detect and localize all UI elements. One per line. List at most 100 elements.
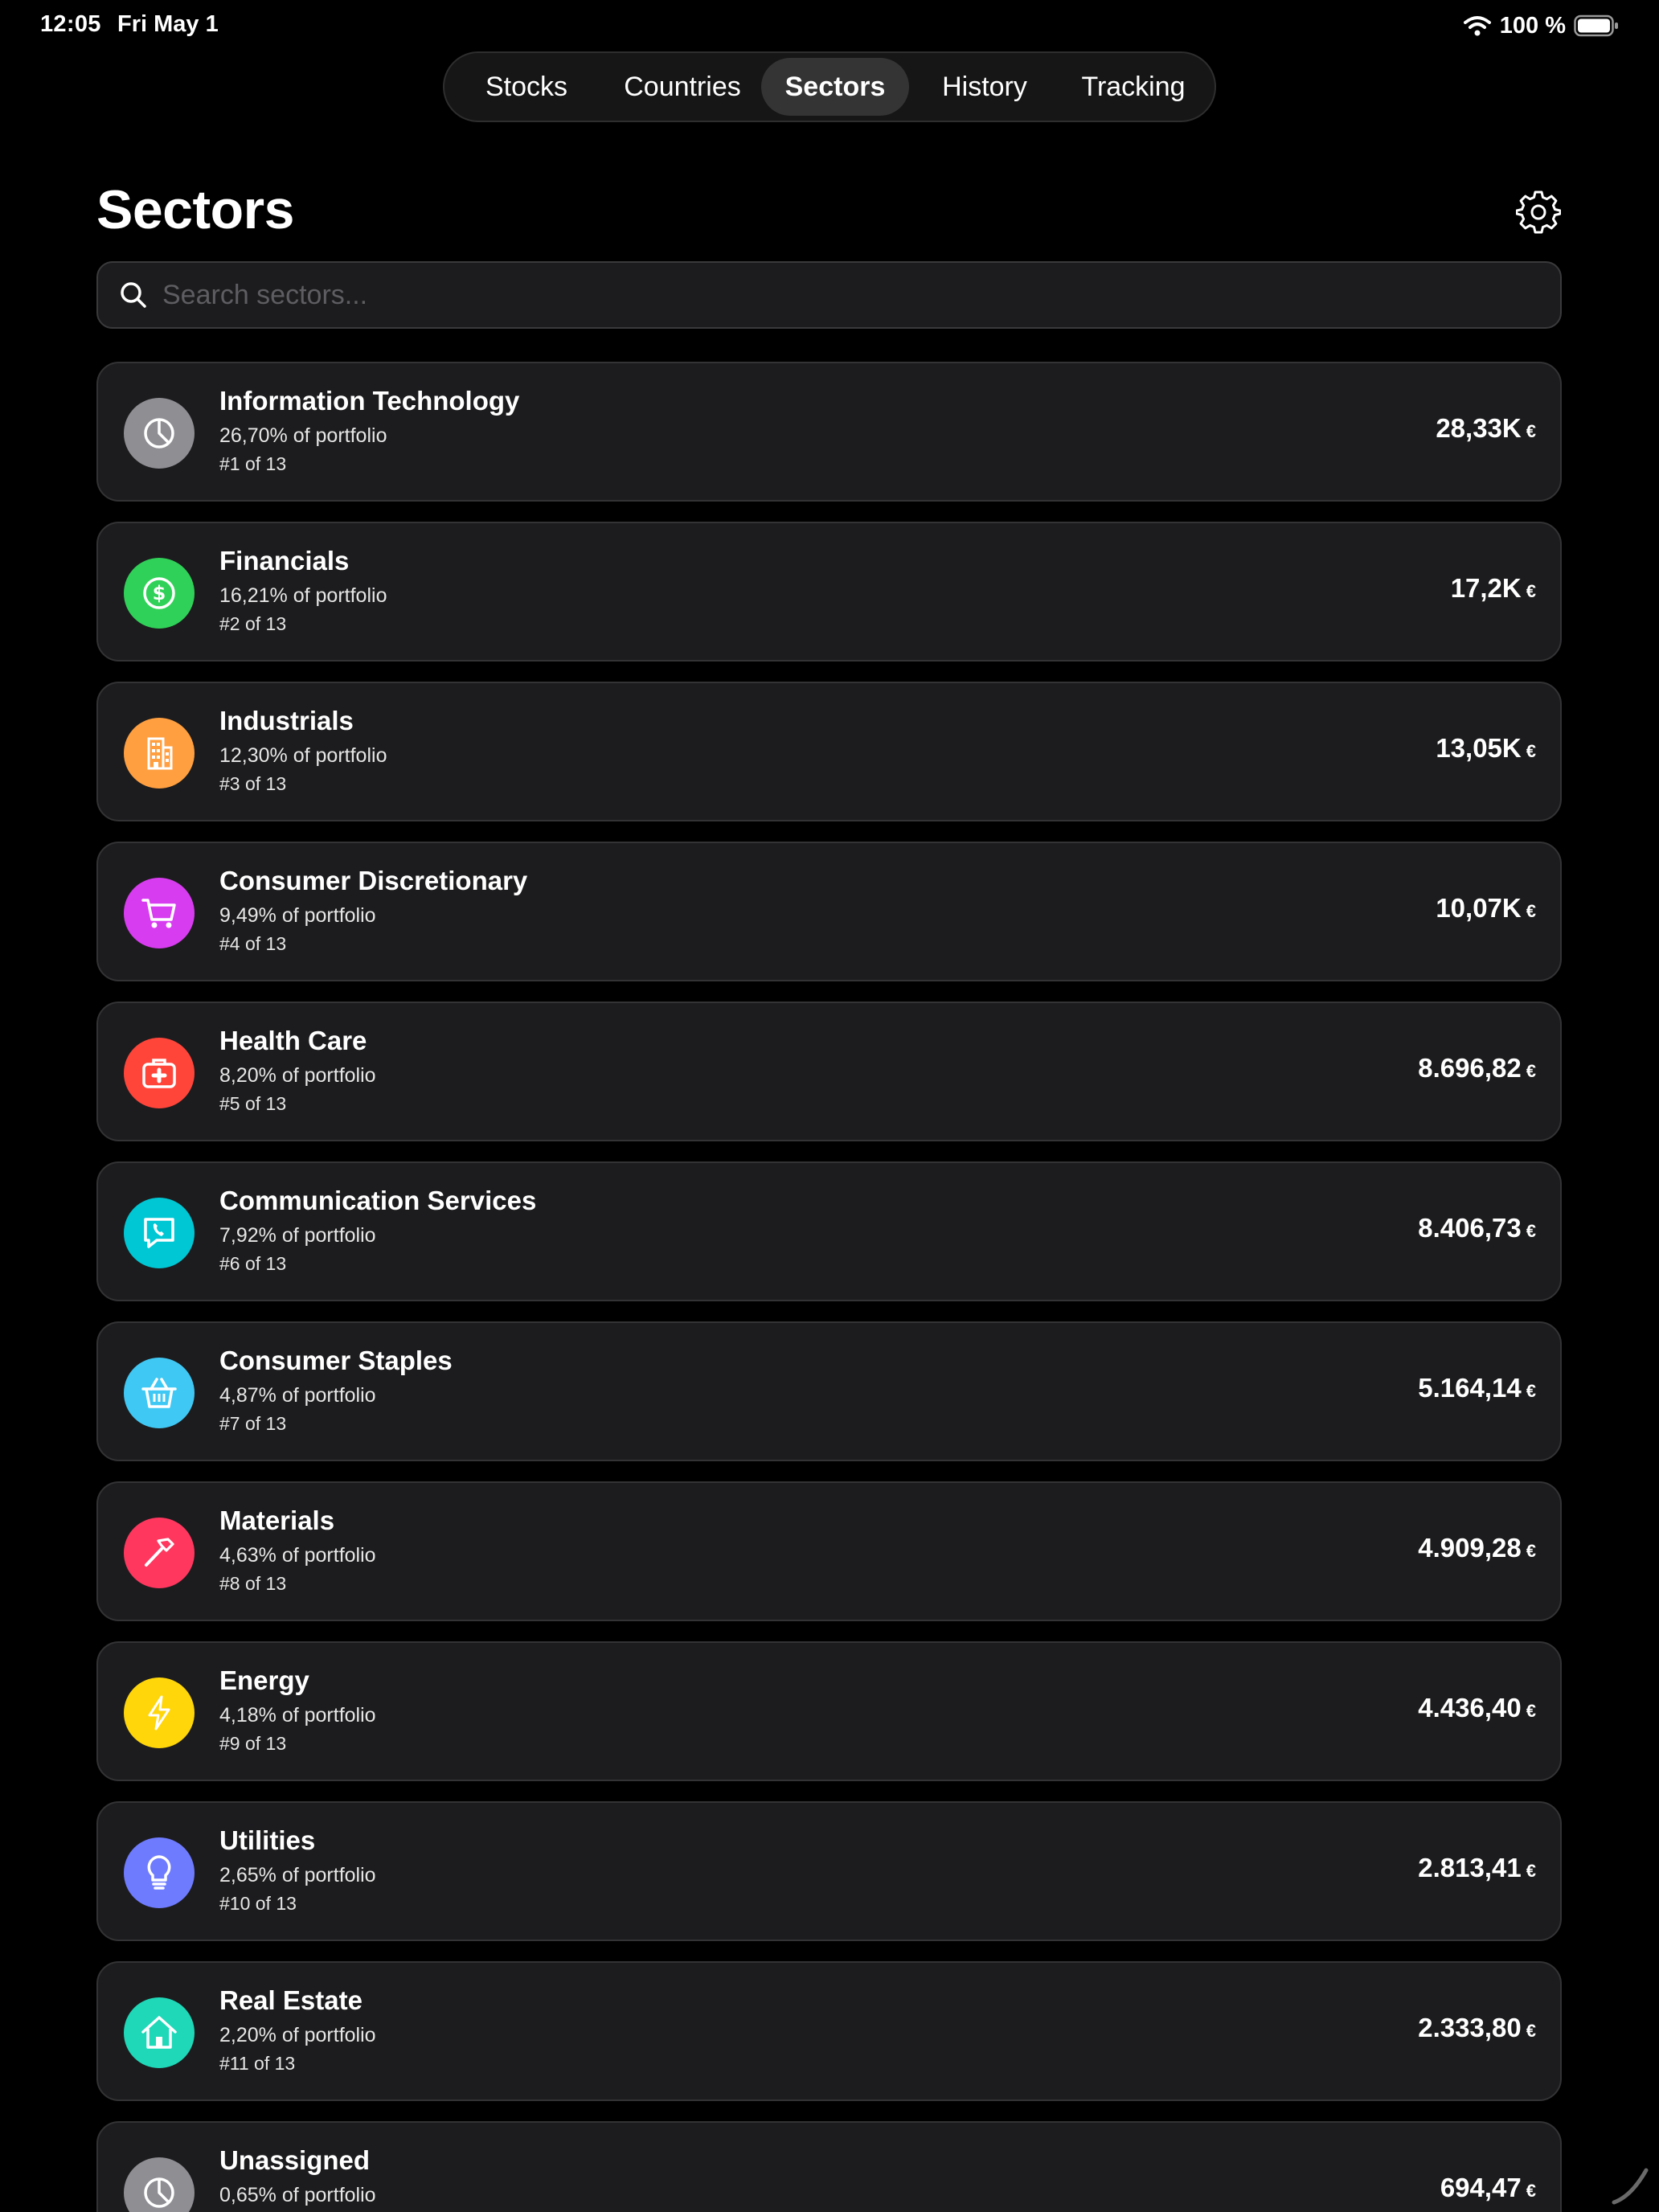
sector-value-amount: 2.813,41 [1418, 1853, 1522, 1882]
sector-rank: #4 of 13 [219, 933, 287, 954]
currency-symbol: € [1526, 1061, 1536, 1081]
sector-name: Materials [219, 1505, 335, 1535]
sector-card-consumer-staples[interactable]: Consumer Staples 4,87% of portfolio #7 of … [96, 1321, 1562, 1461]
search-icon [121, 282, 146, 308]
sector-card-real-estate[interactable]: Real Estate 2,20% of portfolio #11 of 13 2.… [96, 1961, 1562, 2101]
currency-symbol: € [1526, 421, 1536, 441]
sector-rank: #7 of 13 [219, 1413, 287, 1434]
sector-rank: #6 of 13 [219, 1253, 287, 1274]
battery-percentage: 100 % [1499, 12, 1566, 39]
tab-tracking[interactable]: Tracking [1063, 58, 1203, 116]
settings-button[interactable] [1515, 190, 1562, 235]
sector-name: Health Care [219, 1026, 367, 1055]
sector-value-amount: 8.406,73 [1418, 1213, 1522, 1243]
lightbulb-icon [124, 1837, 195, 1908]
search-bar [96, 261, 1562, 329]
dollar-icon: $ [124, 558, 195, 629]
sector-percent: 4,87% of portfolio [219, 1384, 376, 1407]
sector-value: 694,47 € [1440, 2173, 1536, 2203]
tab-stocks[interactable]: Stocks [462, 58, 591, 116]
phone-bubble-icon [124, 1198, 195, 1268]
sector-card-energy[interactable]: Energy 4,18% of portfolio #9 of 13 4.436,40… [96, 1641, 1562, 1781]
cart-icon [124, 878, 195, 948]
sector-percent: 4,63% of portfolio [219, 1544, 376, 1567]
sector-card-information-technology[interactable]: Information Technology 26,70% of portfoli… [96, 362, 1562, 502]
currency-symbol: € [1526, 901, 1536, 921]
sector-name: Financials [219, 546, 350, 576]
sector-value: 8.696,82 € [1418, 1053, 1536, 1083]
sector-value-amount: 4.909,28 [1418, 1533, 1522, 1563]
sector-value: 2.333,80 € [1418, 2013, 1536, 2043]
sector-rank: #10 of 13 [219, 1893, 297, 1914]
currency-symbol: € [1526, 741, 1536, 761]
sector-card-communication-services[interactable]: Communication Services 7,92% of portfolio… [96, 1161, 1562, 1301]
page-title: Sectors [96, 179, 294, 240]
building-icon [124, 718, 195, 789]
sectors-screen: 12:05 Fri May 1 100 % Stocks Countries S… [0, 0, 1659, 2212]
sector-card-industrials[interactable]: Industrials 12,30% of portfolio #3 of 13 13… [96, 682, 1562, 821]
pie-chart-icon [124, 398, 195, 469]
sector-card-consumer-discretionary[interactable]: Consumer Discretionary 9,49% of portfolio… [96, 842, 1562, 981]
sector-card-financials[interactable]: $ Financials 16,21% of portfolio #2 of 13 17… [96, 522, 1562, 662]
sector-value: 13,05K € [1436, 733, 1536, 764]
sector-value: 10,07K € [1436, 893, 1536, 924]
sector-name: Consumer Discretionary [219, 866, 528, 895]
sector-percent: 26,70% of portfolio [219, 424, 387, 447]
sector-value-amount: 2.333,80 [1418, 2013, 1522, 2042]
hammer-icon [124, 1518, 195, 1588]
sector-rank: #2 of 13 [219, 613, 287, 634]
sector-rank: #1 of 13 [219, 453, 287, 474]
sector-percent: 2,65% of portfolio [219, 1864, 376, 1886]
currency-symbol: € [1526, 581, 1536, 601]
sector-card-health-care[interactable]: Health Care 8,20% of portfolio #5 of 13 8.6… [96, 1002, 1562, 1141]
sector-value: 4.909,28 € [1418, 1533, 1536, 1563]
battery-icon [1574, 14, 1618, 37]
sector-name: Industrials [219, 706, 354, 735]
sector-value-amount: 5.164,14 [1418, 1373, 1522, 1403]
status-date: Fri May 1 [117, 11, 219, 37]
pie-chart-icon [124, 2157, 195, 2212]
currency-symbol: € [1526, 1701, 1536, 1721]
sector-rank: #8 of 13 [219, 1573, 287, 1594]
sector-rank: #9 of 13 [219, 1733, 287, 1754]
scroll-indicator-icon [1612, 2168, 1649, 2205]
currency-symbol: € [1526, 1221, 1536, 1241]
top-tab-bar: Stocks Countries Sectors History Trackin… [443, 51, 1216, 122]
currency-symbol: € [1526, 2021, 1536, 2041]
house-icon [124, 1997, 195, 2068]
sector-name: Energy [219, 1665, 309, 1695]
sector-value: 4.436,40 € [1418, 1693, 1536, 1723]
medical-bag-icon [124, 1038, 195, 1108]
wifi-icon [1463, 16, 1491, 36]
tab-countries[interactable]: Countries [598, 58, 767, 116]
sector-card-materials[interactable]: Materials 4,63% of portfolio #8 of 13 4.909… [96, 1481, 1562, 1621]
sector-rank: #3 of 13 [219, 773, 287, 794]
status-right: 100 % [1463, 10, 1619, 42]
sector-value-amount: 8.696,82 [1418, 1053, 1522, 1083]
currency-symbol: € [1526, 1381, 1536, 1401]
sector-name: Communication Services [219, 1186, 537, 1215]
sector-value: 2.813,41 € [1418, 1853, 1536, 1883]
status-bar: 12:05 Fri May 1 100 % [0, 0, 1659, 51]
sector-percent: 8,20% of portfolio [219, 1064, 376, 1087]
sector-value-amount: 4.436,40 [1418, 1693, 1522, 1722]
search-input[interactable] [162, 263, 1529, 327]
sector-percent: 9,49% of portfolio [219, 904, 376, 927]
sector-name: Information Technology [219, 386, 520, 416]
sector-card-utilities[interactable]: Utilities 2,65% of portfolio #10 of 13 2.81… [96, 1801, 1562, 1941]
sector-rank: #5 of 13 [219, 1093, 287, 1114]
sector-value-amount: 17,2K [1450, 573, 1522, 603]
sector-percent: 7,92% of portfolio [219, 1224, 376, 1247]
tab-history[interactable]: History [912, 58, 1057, 116]
sector-card-unassigned[interactable]: Unassigned 0,65% of portfolio 694,47 € [96, 2121, 1562, 2212]
currency-symbol: € [1526, 2181, 1536, 2201]
sector-percent: 16,21% of portfolio [219, 584, 387, 607]
tab-sectors[interactable]: Sectors [761, 58, 909, 116]
sector-name: Unassigned [219, 2145, 371, 2175]
basket-icon [124, 1358, 195, 1428]
sector-value: 8.406,73 € [1418, 1213, 1536, 1243]
sector-value: 5.164,14 € [1418, 1373, 1536, 1403]
svg-text:$: $ [153, 582, 166, 604]
sector-percent: 2,20% of portfolio [219, 2024, 376, 2046]
currency-symbol: € [1526, 1541, 1536, 1561]
